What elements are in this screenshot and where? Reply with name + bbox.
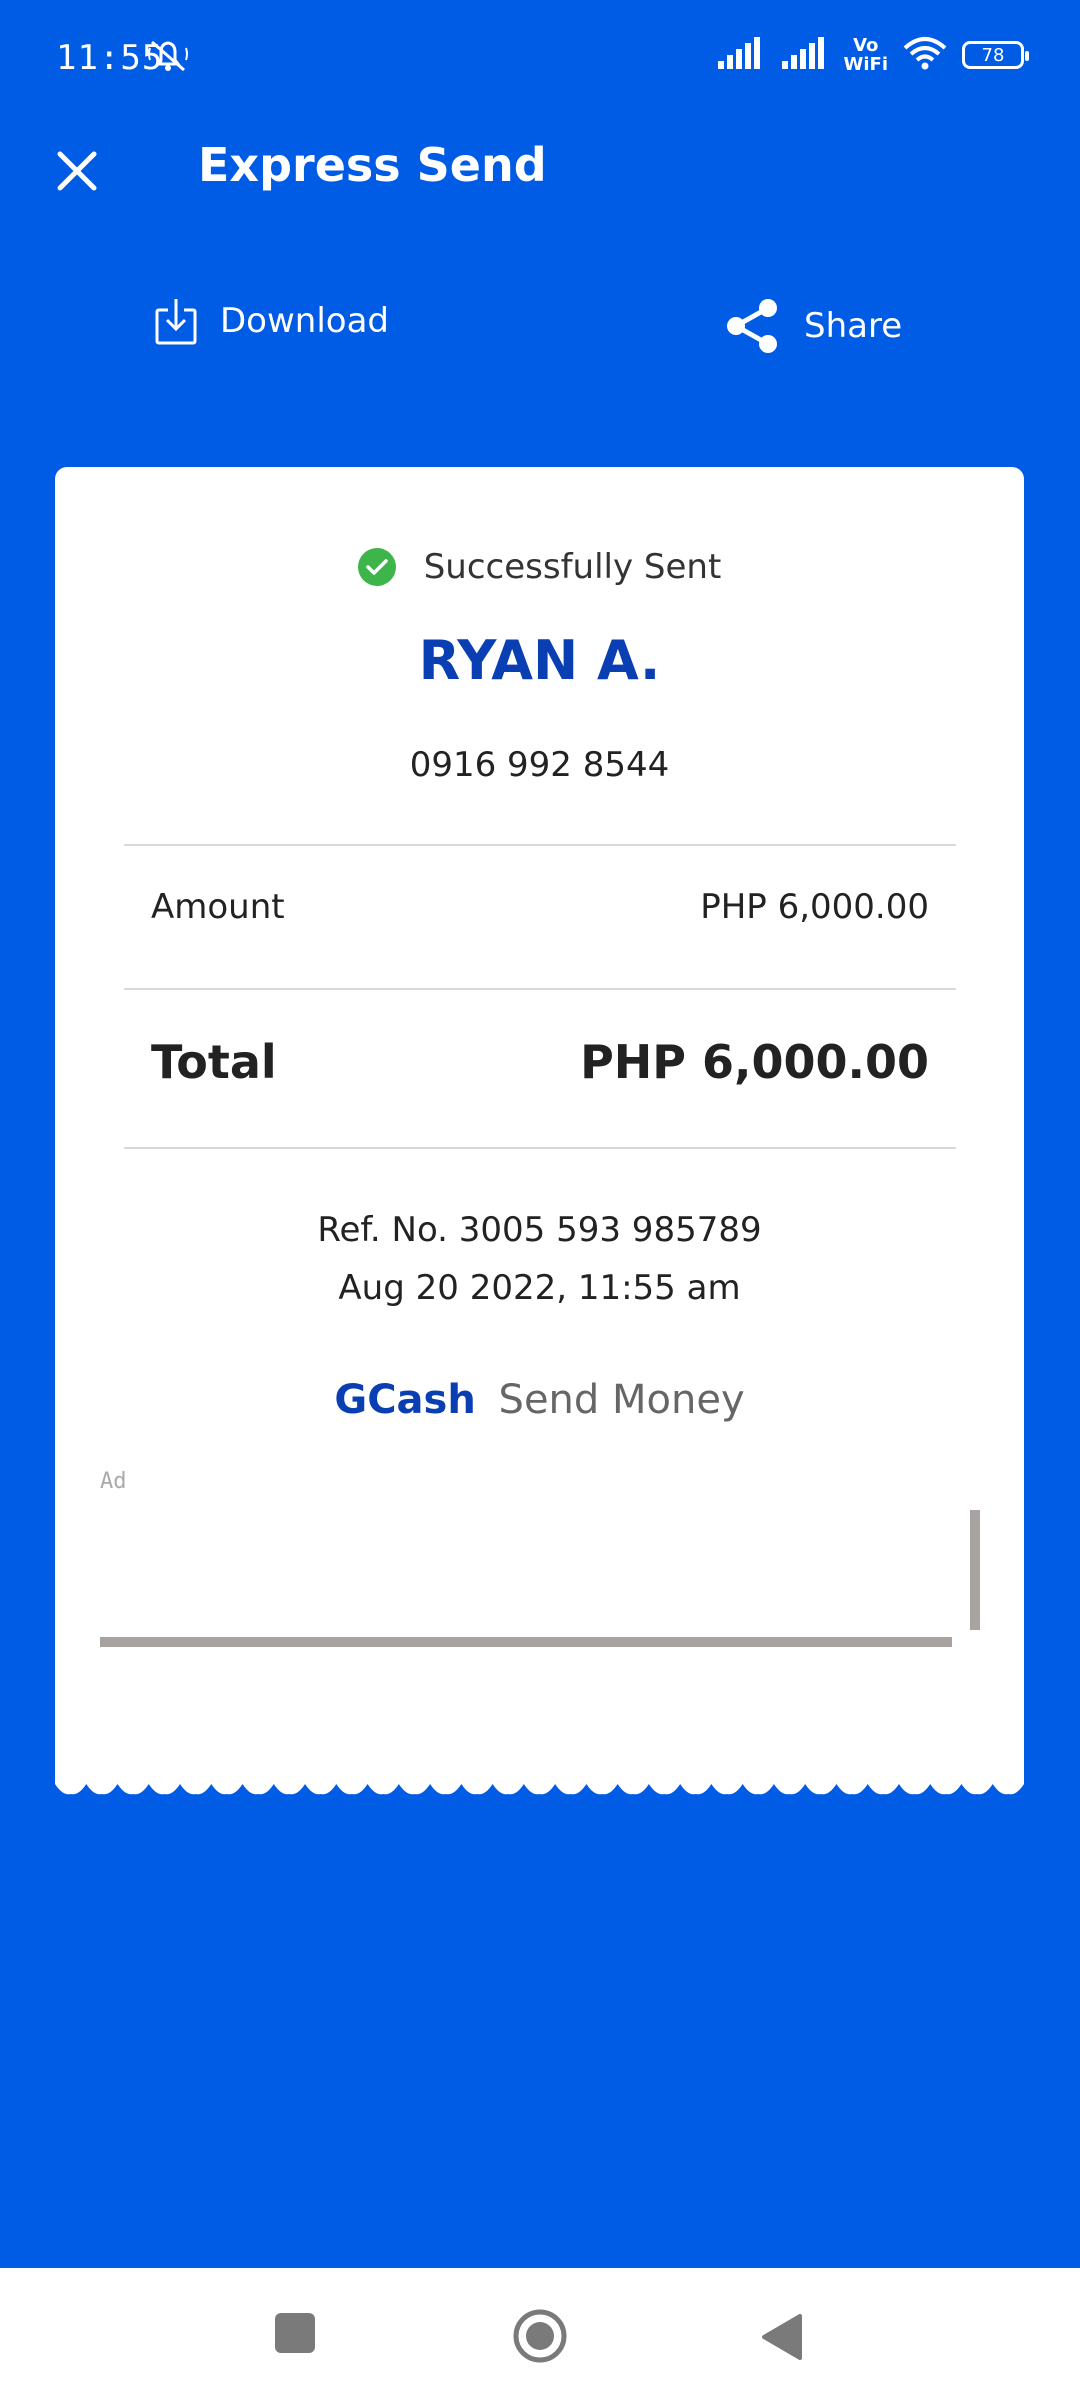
download-button[interactable]: Download [154,296,389,346]
amount-label: Amount [151,887,285,927]
wifi-icon [902,36,948,74]
amount-value: PHP 6,000.00 [700,887,929,927]
vowifi-bottom: WiFi [843,54,889,75]
reference-number: Ref. No. 3005 593 985789 [317,1210,762,1250]
reference-block: Ref. No. 3005 593 985789 Aug 20 2022, 11… [55,1201,1024,1317]
download-label: Download [220,301,390,341]
receipt-card: Successfully Sent RYAN A. 0916 992 8544 … [55,467,1024,1777]
nav-recent-icon [275,2313,315,2353]
nav-back-button[interactable] [760,2312,804,2366]
total-row: Total PHP 6,000.00 [151,1035,929,1089]
transaction-datetime: Aug 20 2022, 11:55 am [338,1268,741,1308]
nav-back-icon [762,2314,802,2360]
status-bar: 11:55 Vo WiFi 78 [0,0,1080,120]
share-icon [727,299,777,353]
page-title: Express Send [198,138,547,192]
battery-icon: 78 [962,41,1029,69]
brand-line: GCash Send Money [55,1377,1024,1423]
total-label: Total [151,1035,277,1089]
signal-icon-2 [780,37,830,73]
ad-scrollbar[interactable] [970,1510,980,1630]
total-value: PHP 6,000.00 [580,1035,929,1089]
download-icon [155,299,197,345]
system-nav-bar [0,2268,1080,2400]
nav-home-button[interactable] [512,2308,568,2368]
share-label: Share [804,306,903,346]
status-text: Successfully Sent [423,547,722,587]
divider [124,988,956,990]
share-button[interactable]: Share [722,296,902,356]
vowifi-indicator: Vo WiFi [844,36,889,74]
close-icon [57,151,97,191]
bell-off-icon [146,38,192,78]
nav-recent-button[interactable] [274,2312,316,2358]
brand-name: GCash [334,1377,476,1423]
nav-home-icon [513,2309,567,2363]
ad-label: Ad [100,1469,127,1494]
recipient-number: 0916 992 8544 [409,745,670,785]
vowifi-top: Vo [853,35,879,56]
receipt-zigzag-edge [55,1770,1024,1795]
battery-level: 78 [981,44,1005,66]
app-header: Express Send [0,120,1080,220]
signal-icon [716,37,766,73]
divider [124,844,956,846]
amount-row: Amount PHP 6,000.00 [151,887,929,927]
recipient-name: RYAN A. [418,629,661,692]
status-icons: Vo WiFi 78 [716,36,1029,74]
brand-subtitle: Send Money [498,1377,745,1423]
success-row: Successfully Sent [55,547,1024,587]
close-button[interactable] [52,146,102,196]
ad-horizontal-scrollbar[interactable] [100,1637,952,1647]
check-circle-icon [357,548,396,586]
divider [124,1147,956,1149]
